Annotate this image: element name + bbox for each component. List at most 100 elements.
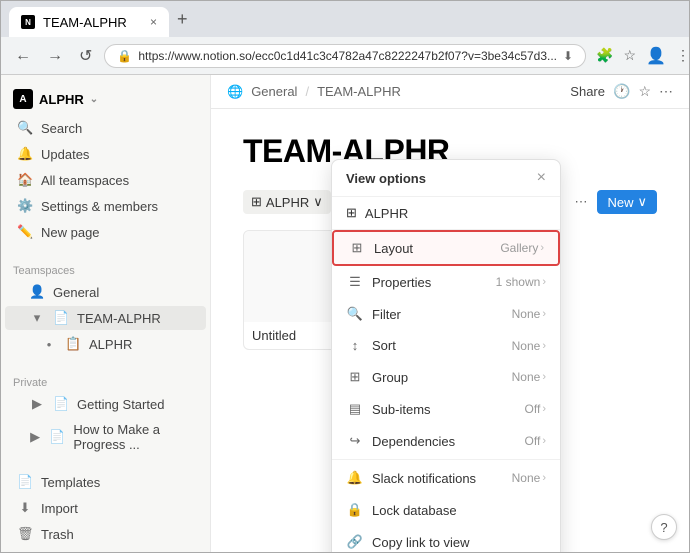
sidebar-item-general[interactable]: 👤 General <box>5 280 206 304</box>
general-icon: 👤 <box>29 284 45 300</box>
popup-item-copy-link[interactable]: 🔗 Copy link to view <box>332 526 560 552</box>
popup-properties-value: 1 shown › <box>496 275 546 289</box>
sidebar-getting-started-label: Getting Started <box>77 397 164 412</box>
popup-item-group[interactable]: ⊞ Group None › <box>332 361 560 393</box>
profile-button[interactable]: 👤 <box>644 44 668 68</box>
workspace-name: ALPHR <box>39 92 84 107</box>
workspace-selector[interactable]: A ALPHR ⌄ <box>1 83 210 115</box>
private-section-label: Private <box>1 369 210 391</box>
sort-chevron-icon: › <box>542 340 546 352</box>
popup-item-sort[interactable]: ↕ Sort None › <box>332 330 560 361</box>
popup-item-layout[interactable]: ⊞ Layout Gallery › <box>332 230 560 266</box>
forward-button[interactable]: → <box>43 45 67 67</box>
how-to-chevron-icon: ▶ <box>29 429 41 445</box>
copy-link-icon: 🔗 <box>346 534 364 550</box>
view-selector[interactable]: ⊞ ALPHR ∨ <box>243 190 331 214</box>
popup-sort-value: None › <box>512 339 546 353</box>
help-button[interactable]: ? <box>651 514 677 540</box>
extensions-button[interactable]: 🧩 <box>594 45 615 66</box>
sidebar-item-team-alphr[interactable]: ▾ 📄 TEAM-ALPHR <box>5 306 206 330</box>
address-bar: ← → ↺ 🔒 https://www.notion.so/ecc0c1d41c… <box>1 37 689 75</box>
slack-chevron-icon: › <box>542 472 546 484</box>
sidebar-new-page-label: New page <box>41 225 100 240</box>
page-menu-button[interactable]: ⋯ <box>659 83 673 100</box>
popup-header: View options × <box>332 160 560 197</box>
popup-view-name[interactable]: ⊞ ALPHR <box>332 197 560 230</box>
popup-title: View options <box>346 171 426 186</box>
share-button[interactable]: Share <box>570 84 605 99</box>
sidebar-item-search[interactable]: 🔍 Search <box>5 116 206 140</box>
lock-icon: 🔒 <box>117 49 132 63</box>
popup-group-value: None › <box>512 370 546 384</box>
popup-item-dependencies[interactable]: ↪ Dependencies Off › <box>332 425 560 457</box>
subitems-icon: ▤ <box>346 401 364 417</box>
top-nav-actions: Share 🕐 ☆ ⋯ <box>570 83 673 100</box>
view-selector-name: ALPHR <box>266 195 309 210</box>
star-button[interactable]: ☆ <box>638 83 651 100</box>
back-button[interactable]: ← <box>11 45 35 67</box>
sidebar-general-label: General <box>53 285 99 300</box>
alphr-icon: • <box>41 337 57 352</box>
popup-dependencies-label: Dependencies <box>372 434 525 449</box>
active-tab[interactable]: N TEAM-ALPHR × <box>9 7 169 37</box>
url-box[interactable]: 🔒 https://www.notion.so/ecc0c1d41c3c4782… <box>104 44 586 68</box>
popup-close-button[interactable]: × <box>537 170 546 186</box>
tab-close-button[interactable]: × <box>150 15 157 29</box>
popup-item-properties[interactable]: ☰ Properties 1 shown › <box>332 266 560 298</box>
sidebar-item-settings[interactable]: ⚙️ Settings & members <box>5 194 206 218</box>
tab-favicon: N <box>21 15 35 29</box>
address-bar-actions: 🧩 ☆ 👤 ⋮ <box>594 44 690 68</box>
popup-dependencies-value: Off › <box>525 434 546 448</box>
view-selector-chevron-icon: ∨ <box>313 194 323 210</box>
new-button[interactable]: New ∨ <box>597 190 657 214</box>
filter-icon: 🔍 <box>346 306 364 322</box>
popup-overlay: View options × ⊞ ALPHR ⊞ Layout Ga <box>331 159 561 552</box>
browser-menu-button[interactable]: ⋮ <box>674 45 690 66</box>
getting-started-icon: 📄 <box>53 396 69 412</box>
popup-item-slack[interactable]: 🔔 Slack notifications None › <box>332 462 560 494</box>
dependencies-icon: ↪ <box>346 433 364 449</box>
sidebar-item-how-to[interactable]: ▶ 📄 How to Make a Progress ... <box>5 418 206 456</box>
popup-subitems-value: Off › <box>525 402 546 416</box>
sidebar-alphr-label: ALPHR <box>89 337 132 352</box>
alphr-page-icon: 📋 <box>65 336 81 352</box>
sidebar-updates-label: Updates <box>41 147 89 162</box>
teamspaces-section-label: Teamspaces <box>1 257 210 279</box>
workspace-chevron-icon: ⌄ <box>90 94 98 105</box>
bookmark-button[interactable]: ☆ <box>622 45 639 66</box>
popup-properties-label: Properties <box>372 275 496 290</box>
history-button[interactable]: 🕐 <box>613 83 630 100</box>
content-area: TEAM-ALPHR ⊞ ALPHR ∨ Filter Sort 🔍 ⋯ <box>211 109 689 552</box>
slack-icon: 🔔 <box>346 470 364 486</box>
popup-item-subitems[interactable]: ▤ Sub-items Off › <box>332 393 560 425</box>
workspace-icon: A <box>13 89 33 109</box>
popup-group-label: Group <box>372 370 512 385</box>
refresh-button[interactable]: ↺ <box>75 44 96 68</box>
sidebar-item-templates[interactable]: 📄 Templates <box>5 470 206 494</box>
breadcrumb-icon: 🌐 <box>227 84 243 100</box>
sidebar-item-trash[interactable]: 🗑 Trash <box>5 522 206 546</box>
sidebar-item-getting-started[interactable]: ▶ 📄 Getting Started <box>5 392 206 416</box>
popup-item-lock[interactable]: 🔒 Lock database <box>332 494 560 526</box>
more-options-button[interactable]: ⋯ <box>570 192 591 212</box>
sidebar-item-updates[interactable]: 🔔 Updates <box>5 142 206 166</box>
breadcrumb-general[interactable]: General <box>251 84 297 99</box>
sidebar-all-teamspaces-label: All teamspaces <box>41 173 129 188</box>
popup-filter-label: Filter <box>372 307 512 322</box>
new-page-icon: ✏️ <box>17 224 33 240</box>
sidebar-item-alphr[interactable]: • 📋 ALPHR <box>5 332 206 356</box>
download-icon: ⬇ <box>563 49 573 63</box>
sidebar-item-new-page[interactable]: ✏️ New page <box>5 220 206 244</box>
popup-subitems-label: Sub-items <box>372 402 525 417</box>
top-nav: 🌐 General / TEAM-ALPHR Share 🕐 ☆ ⋯ <box>211 75 689 109</box>
dependencies-chevron-icon: › <box>542 435 546 447</box>
main-content: 🌐 General / TEAM-ALPHR Share 🕐 ☆ ⋯ TEAM-… <box>211 75 689 552</box>
import-icon: ⬇ <box>17 500 33 516</box>
team-alphr-icon: ▾ <box>29 310 45 326</box>
new-tab-button[interactable]: + <box>169 5 196 34</box>
new-button-chevron-icon: ∨ <box>637 194 647 210</box>
popup-item-filter[interactable]: 🔍 Filter None › <box>332 298 560 330</box>
popup-slack-value: None › <box>512 471 546 485</box>
sidebar-item-import[interactable]: ⬇ Import <box>5 496 206 520</box>
sidebar-item-all-teamspaces[interactable]: 🏠 All teamspaces <box>5 168 206 192</box>
